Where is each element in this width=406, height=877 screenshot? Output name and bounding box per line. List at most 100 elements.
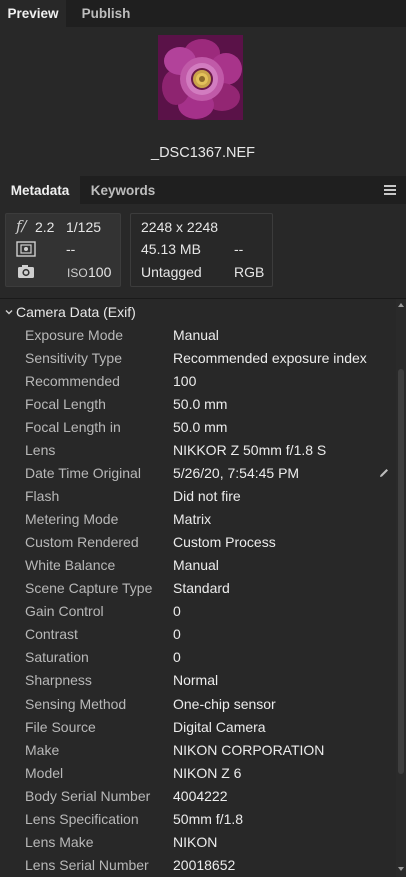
- metadata-key: Saturation: [25, 649, 89, 666]
- metadata-key: Lens Make: [25, 833, 94, 850]
- metadata-key: Contrast: [25, 626, 78, 643]
- panel-menu-icon[interactable]: [384, 185, 396, 195]
- iso-value: 100: [88, 264, 112, 280]
- metadata-value: NIKON Z 6: [173, 764, 242, 781]
- metadata-key: Flash: [25, 488, 60, 505]
- tab-publish[interactable]: Publish: [66, 0, 146, 27]
- metadata-value: Custom Process: [173, 534, 276, 551]
- top-tab-bar: Preview Publish: [0, 0, 406, 27]
- metadata-key: Lens: [25, 442, 56, 459]
- metadata-value: Manual: [173, 327, 219, 343]
- metadata-value: Manual: [173, 557, 219, 574]
- metadata-row: Model NIKON Z 6: [0, 761, 396, 784]
- metadata-row: Custom Rendered Custom Process: [0, 530, 396, 553]
- metadata-row: Scene Capture Type Standard: [0, 576, 396, 599]
- metadata-value: 5/26/20, 7:54:45 PM: [173, 465, 300, 482]
- metadata-key: Recommended: [25, 373, 120, 390]
- flower-image: [158, 35, 243, 120]
- metadata-row: Body Serial Number 4004222: [0, 784, 396, 807]
- metadata-rows: Exposure Mode Manual Sensitivity Type Recom…: [0, 323, 396, 876]
- metadata-value: Matrix: [173, 511, 212, 528]
- scroll-up-icon[interactable]: [397, 301, 405, 309]
- metadata-row: Lens Make NIKON: [0, 830, 396, 853]
- metadata-row: Date Time Original 5/26/20, 7:54:45 PM: [0, 461, 396, 484]
- metadata-key: File Source: [25, 718, 96, 735]
- tab-preview[interactable]: Preview: [0, 0, 66, 27]
- pencil-icon[interactable]: [378, 467, 390, 479]
- metadata-key: Custom Rendered: [25, 534, 139, 551]
- metadata-value: 4004222: [173, 787, 228, 804]
- camera-icon: [18, 265, 34, 278]
- metadata-key: White Balance: [25, 557, 116, 574]
- tab-metadata[interactable]: Metadata: [0, 176, 80, 204]
- metadata-row: Focal Length in 50.0 mm: [0, 415, 396, 438]
- metadata-value: Standard: [173, 580, 230, 597]
- metadata-key: Lens Specification: [25, 810, 139, 827]
- tab-keywords[interactable]: Keywords: [80, 176, 166, 204]
- metadata-value: NIKON: [173, 833, 218, 850]
- metadata-value: One-chip sensor: [173, 695, 276, 712]
- aperture-value: 2.2: [35, 219, 55, 235]
- iso-label: ISO: [67, 266, 88, 280]
- dimensions-value: 2248 x 2248: [141, 219, 219, 235]
- chevron-down-icon[interactable]: [4, 307, 14, 317]
- metadata-value: Normal: [173, 672, 219, 689]
- metadata-key: Model: [25, 764, 64, 781]
- metadata-key: Make: [25, 741, 60, 758]
- metadata-key: Focal Length: [25, 396, 106, 413]
- metadata-value: 0: [173, 603, 181, 620]
- camera-data-section: Camera Data (Exif) Exposure Mode Manual Se…: [0, 299, 406, 877]
- metadata-key: Sharpness: [25, 672, 92, 689]
- metadata-key: Metering Mode: [25, 511, 119, 528]
- file-size-value: 45.13 MB: [141, 241, 201, 257]
- metadata-value: 100: [173, 373, 197, 390]
- metering-icon: [16, 241, 36, 257]
- preview-pane: _DSC1367.NEF: [0, 27, 406, 176]
- metadata-row: Contrast 0: [0, 622, 396, 645]
- label-value: Untagged: [141, 264, 202, 280]
- metadata-value: 50mm f/1.8: [173, 810, 244, 827]
- f-stop-icon: f/: [16, 217, 27, 235]
- metadata-row: Saturation 0: [0, 645, 396, 668]
- scrollbar[interactable]: [396, 299, 406, 877]
- metadata-row: Lens Serial Number 20018652: [0, 853, 396, 876]
- scrollbar-thumb[interactable]: [398, 369, 404, 774]
- file-summary-box: 2248 x 2248 45.13 MB -- Untagged RGB: [130, 213, 273, 287]
- metadata-key: Exposure Mode: [25, 327, 124, 343]
- metadata-key: Sensing Method: [25, 695, 127, 712]
- metadata-key: Lens Serial Number: [25, 856, 149, 873]
- file-name: _DSC1367.NEF: [151, 145, 255, 161]
- metadata-value: NIKKOR Z 50mm f/1.8 S: [173, 442, 327, 459]
- metadata-value: Digital Camera: [173, 718, 266, 735]
- panel-tab-bar: Metadata Keywords: [0, 176, 406, 204]
- metadata-row: Sharpness Normal: [0, 668, 396, 691]
- metadata-row: Exposure Mode Manual: [0, 323, 396, 346]
- metadata-value: Did not fire: [173, 488, 241, 505]
- metadata-summary: f/ 2.2 1/125 -- ISO 100 2248 x 2248 45.1…: [0, 204, 406, 299]
- metadata-value: Recommended exposure index: [173, 350, 367, 367]
- scroll-down-icon[interactable]: [397, 865, 405, 873]
- metadata-key: Body Serial Number: [25, 787, 151, 804]
- metadata-row: Sensing Method One-chip sensor: [0, 692, 396, 715]
- metadata-row: Flash Did not fire: [0, 484, 396, 507]
- exposure-summary-box: f/ 2.2 1/125 -- ISO 100: [5, 213, 121, 287]
- color-mode-value: RGB: [234, 264, 265, 280]
- section-title: Camera Data (Exif): [16, 304, 136, 320]
- metadata-value: NIKON CORPORATION: [173, 741, 325, 758]
- metadata-value: 0: [173, 649, 181, 666]
- metadata-row: Focal Length 50.0 mm: [0, 392, 396, 415]
- section-header[interactable]: Camera Data (Exif): [0, 302, 396, 322]
- metadata-value: 50.0 mm: [173, 396, 228, 413]
- metadata-key: Scene Capture Type: [25, 580, 153, 597]
- image-thumbnail[interactable]: [158, 35, 243, 120]
- metadata-key: Gain Control: [25, 603, 104, 620]
- metadata-row: Gain Control 0: [0, 599, 396, 622]
- metadata-row: File Source Digital Camera: [0, 715, 396, 738]
- metadata-key: Sensitivity Type: [25, 350, 123, 367]
- metadata-row: Recommended 100: [0, 369, 396, 392]
- metadata-key: Focal Length in: [25, 419, 121, 436]
- metadata-key: Date Time Original: [25, 465, 141, 482]
- metadata-row: Lens Specification 50mm f/1.8: [0, 807, 396, 830]
- metadata-row: Metering Mode Matrix: [0, 507, 396, 530]
- metadata-row: Make NIKON CORPORATION: [0, 738, 396, 761]
